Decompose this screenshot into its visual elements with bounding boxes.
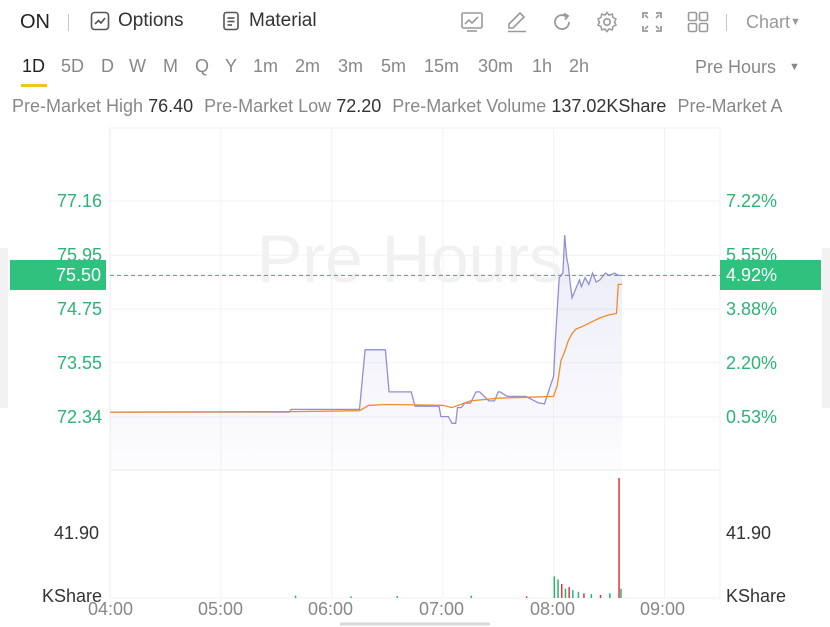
volume-bar <box>568 587 570 598</box>
y-tick-price: 74.75 <box>56 299 102 319</box>
volume-bar <box>396 596 398 598</box>
x-tick: 04:00 <box>88 599 134 619</box>
watermark: Pre Hours <box>257 221 563 297</box>
volume-bar <box>609 593 611 598</box>
volume-bar <box>557 579 559 598</box>
volume-bar <box>294 595 297 598</box>
volume-bar <box>572 590 574 598</box>
volume-bar <box>599 594 602 598</box>
volume-bar <box>564 588 567 598</box>
y-tick-price: 72.34 <box>56 407 102 427</box>
y-tick-pct: 2.20% <box>726 353 778 373</box>
volume-bar <box>590 594 593 598</box>
x-tick: 06:00 <box>308 599 354 619</box>
volume-unit: KShare <box>726 586 787 606</box>
volume-bar <box>553 576 556 598</box>
chart-grid <box>109 127 721 599</box>
price-chart[interactable]: Pre Hours <box>0 0 830 627</box>
current-price-badge: 75.50 <box>10 260 106 290</box>
y-tick-price: 77.16 <box>56 191 102 211</box>
x-tick: 07:00 <box>419 599 465 619</box>
x-tick: 08:00 <box>530 599 576 619</box>
x-tick: 05:00 <box>198 599 244 619</box>
y-tick-pct: 3.88% <box>726 299 778 319</box>
volume-tick: 41.90 <box>54 523 100 543</box>
current-change-badge: 4.92% <box>720 260 821 290</box>
right-edge-handle[interactable] <box>822 248 830 408</box>
y-tick-pct: 7.22% <box>726 191 778 211</box>
volume-bar <box>470 595 472 598</box>
volume-bar <box>561 584 563 598</box>
volume-bar <box>350 596 352 598</box>
volume-tick: 41.90 <box>726 523 772 543</box>
volume-bar <box>577 591 580 598</box>
volume-bar <box>618 478 620 598</box>
volume-bar <box>525 596 528 598</box>
left-edge-handle[interactable] <box>0 248 8 408</box>
y-tick-price: 73.55 <box>56 353 102 373</box>
y-tick-pct: 0.53% <box>726 407 778 427</box>
volume-bar <box>583 593 585 598</box>
x-tick: 09:00 <box>640 599 686 619</box>
volume-bar <box>620 588 622 598</box>
